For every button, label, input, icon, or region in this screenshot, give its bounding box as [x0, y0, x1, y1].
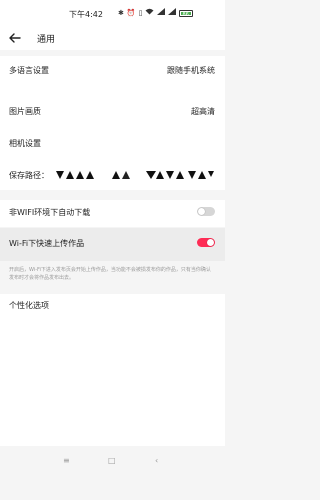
header: 通用 — [0, 26, 225, 50]
language-setting-value: 跟随手机系统 — [167, 66, 215, 75]
status-time: 下午4:42 — [69, 10, 103, 19]
menu-icon[interactable]: ≡ — [63, 456, 70, 465]
wifi-upload-toggle[interactable] — [197, 238, 215, 247]
status-icons: ✱ ⏰ ▯ 86 — [118, 8, 194, 18]
image-quality-value: 超高清 — [191, 107, 215, 116]
camera-settings-label: 相机设置 — [9, 139, 41, 148]
image-quality-label: 图片画质 — [9, 107, 41, 116]
home-icon[interactable]: □ — [108, 456, 116, 465]
settings-card-media: 图片画质 超高清 相机设置 保存路径： — [0, 98, 225, 190]
non-wifi-download-row: 非WIFI环境下自动下载 — [0, 207, 225, 221]
personalization-row[interactable]: 个性化选项 — [0, 300, 225, 314]
image-quality-row[interactable]: 图片画质 超高清 — [0, 106, 225, 120]
language-setting-row[interactable]: 多语言设置 跟随手机系统 — [0, 65, 225, 79]
save-path-redacted — [56, 171, 214, 179]
battery-icon: 86 — [179, 9, 194, 18]
wifi-upload-description: 开启后，Wi-Fi下进入发布页会开始上传作品，当功能不会被损发布你的作品，只有当… — [9, 267, 211, 281]
status-bar: 下午4:42 ✱ ⏰ ▯ 86 — [0, 0, 225, 26]
wifi-upload-label: Wi-Fi下快速上传作品 — [9, 239, 85, 248]
alarm-icon: ⏰ — [126, 8, 136, 17]
bluetooth-icon: ✱ — [118, 8, 124, 17]
vibrate-icon: ▯ — [138, 8, 143, 17]
system-navigation-bar: ≡ □ ‹ — [0, 446, 225, 500]
signal-icon — [168, 8, 177, 18]
settings-card-upload: Wi-Fi下快速上传作品 — [0, 228, 225, 261]
page-title: 通用 — [37, 35, 56, 45]
non-wifi-download-label: 非WIFI环境下自动下载 — [9, 208, 91, 217]
wifi-upload-row: Wi-Fi下快速上传作品 — [0, 238, 225, 252]
camera-settings-row[interactable]: 相机设置 — [0, 138, 225, 152]
wifi-icon — [145, 8, 154, 18]
personalization-label: 个性化选项 — [9, 301, 49, 310]
settings-card-download: 非WIFI环境下自动下载 — [0, 200, 225, 227]
save-path-row[interactable]: 保存路径： — [0, 170, 225, 184]
settings-card-personalization: 个性化选项 — [0, 294, 225, 446]
save-path-label: 保存路径： — [9, 171, 49, 180]
signal-icon — [157, 8, 166, 18]
non-wifi-download-toggle[interactable] — [197, 207, 215, 216]
back-arrow-icon[interactable] — [8, 31, 22, 45]
back-icon[interactable]: ‹ — [155, 456, 158, 465]
language-setting-label: 多语言设置 — [9, 66, 49, 75]
